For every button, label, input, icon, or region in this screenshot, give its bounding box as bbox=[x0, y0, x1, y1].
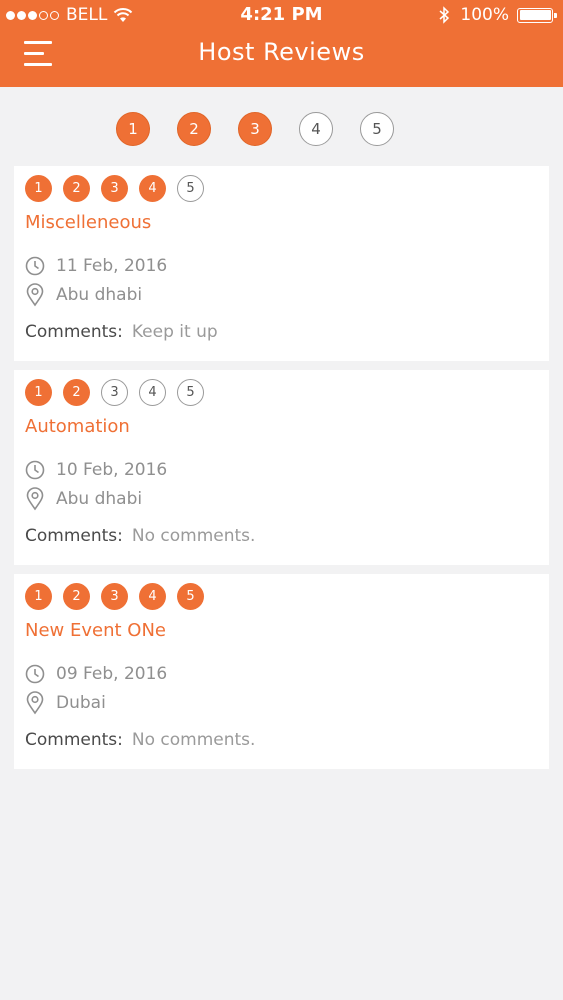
bluetooth-icon bbox=[439, 6, 450, 24]
clock-icon bbox=[25, 460, 45, 480]
comments-label: Comments: bbox=[25, 322, 123, 342]
review-title: Miscelleneous bbox=[25, 212, 152, 233]
location-pin-icon bbox=[26, 691, 44, 715]
rating-circle: 5 bbox=[177, 583, 204, 610]
comments-text: Keep it up bbox=[131, 322, 218, 342]
comments-text: No comments. bbox=[131, 526, 256, 546]
review-comments: Comments: Keep it up bbox=[25, 322, 218, 342]
page-title: Host Reviews bbox=[198, 38, 365, 66]
app-header: BELL 4:21 PM 100% Host Reviews bbox=[0, 0, 563, 87]
comments-label: Comments: bbox=[25, 730, 123, 750]
filter-rating-3[interactable]: 3 bbox=[238, 112, 272, 146]
review-comments: Comments: No comments. bbox=[25, 526, 255, 546]
rating-circle: 3 bbox=[101, 583, 128, 610]
review-card[interactable]: 1 2 3 4 5 Miscelleneous 11 Feb, 2016 Abu… bbox=[14, 166, 549, 361]
review-date: 10 Feb, 2016 bbox=[56, 460, 168, 480]
review-date: 09 Feb, 2016 bbox=[56, 664, 168, 684]
location-pin-icon bbox=[26, 283, 44, 307]
rating-filter: 1 2 3 4 5 bbox=[0, 112, 563, 148]
filter-rating-5[interactable]: 5 bbox=[360, 112, 394, 146]
review-location-row: Abu dhabi bbox=[25, 283, 142, 307]
review-title: Automation bbox=[25, 416, 130, 437]
review-date: 11 Feb, 2016 bbox=[56, 256, 168, 276]
battery-percentage: 100% bbox=[460, 5, 509, 25]
battery-icon bbox=[517, 7, 557, 23]
review-location: Dubai bbox=[56, 693, 106, 713]
review-date-row: 11 Feb, 2016 bbox=[25, 256, 167, 276]
review-location-row: Abu dhabi bbox=[25, 487, 142, 511]
rating-circle: 2 bbox=[63, 583, 90, 610]
review-title: New Event ONe bbox=[25, 620, 166, 641]
filter-rating-1[interactable]: 1 bbox=[116, 112, 150, 146]
rating-circle: 5 bbox=[177, 175, 204, 202]
rating-circle: 1 bbox=[25, 175, 52, 202]
review-location-row: Dubai bbox=[25, 691, 106, 715]
review-date-row: 10 Feb, 2016 bbox=[25, 460, 167, 480]
rating-circle: 5 bbox=[177, 379, 204, 406]
review-comments: Comments: No comments. bbox=[25, 730, 255, 750]
rating-circle: 4 bbox=[139, 379, 166, 406]
rating-circle: 4 bbox=[139, 583, 166, 610]
filter-rating-4[interactable]: 4 bbox=[299, 112, 333, 146]
comments-label: Comments: bbox=[25, 526, 123, 546]
filter-rating-2[interactable]: 2 bbox=[177, 112, 211, 146]
review-location: Abu dhabi bbox=[56, 285, 143, 305]
rating-circle: 3 bbox=[101, 175, 128, 202]
rating-circle: 1 bbox=[25, 583, 52, 610]
rating-circle: 1 bbox=[25, 379, 52, 406]
comments-text: No comments. bbox=[131, 730, 256, 750]
review-card[interactable]: 1 2 3 4 5 New Event ONe 09 Feb, 2016 Dub… bbox=[14, 574, 549, 769]
location-pin-icon bbox=[26, 487, 44, 511]
rating-circle: 3 bbox=[101, 379, 128, 406]
clock-icon bbox=[25, 664, 45, 684]
status-bar: BELL 4:21 PM 100% bbox=[0, 0, 563, 30]
clock-icon bbox=[25, 256, 45, 276]
rating-circle: 4 bbox=[139, 175, 166, 202]
review-location: Abu dhabi bbox=[56, 489, 143, 509]
rating-circle: 2 bbox=[63, 379, 90, 406]
rating-circle: 2 bbox=[63, 175, 90, 202]
review-card[interactable]: 1 2 3 4 5 Automation 10 Feb, 2016 Abu dh… bbox=[14, 370, 549, 565]
review-date-row: 09 Feb, 2016 bbox=[25, 664, 167, 684]
